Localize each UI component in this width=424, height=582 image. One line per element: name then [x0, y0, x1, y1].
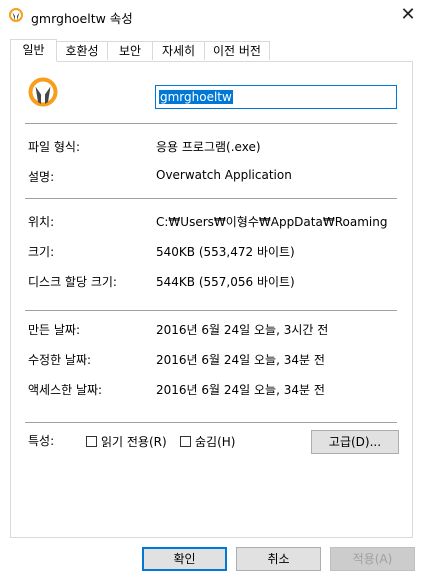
- created-value: 2016년 6월 24일 오늘, 3시간 전: [156, 323, 329, 337]
- readonly-checkbox-box[interactable]: [86, 435, 97, 447]
- separator: [25, 123, 397, 124]
- size-label: 크기:: [28, 245, 55, 259]
- description-label: 설명:: [28, 170, 55, 184]
- tab-details[interactable]: 자세히: [152, 41, 205, 60]
- readonly-checkbox-label: 읽기 전용(R): [101, 434, 167, 449]
- modified-label: 수정한 날짜:: [28, 353, 92, 367]
- separator: [25, 422, 397, 423]
- attributes-label: 특성:: [28, 434, 55, 448]
- size-value: 540KB (553,472 바이트): [156, 245, 295, 259]
- hidden-checkbox[interactable]: 숨김(H): [180, 433, 235, 449]
- file-name-input[interactable]: gmrghoeltw: [155, 85, 397, 109]
- close-icon: ✕: [400, 4, 416, 25]
- apply-button: 적용(A): [330, 547, 415, 571]
- title-bar: gmrghoeltw 속성 ✕: [0, 0, 424, 32]
- window-title: gmrghoeltw 속성: [31, 11, 133, 26]
- advanced-button[interactable]: 고급(D)...: [311, 430, 399, 454]
- tab-security[interactable]: 보안: [107, 41, 153, 60]
- cancel-button[interactable]: 취소: [236, 547, 321, 571]
- hidden-checkbox-box[interactable]: [180, 435, 191, 447]
- tab-previous-versions[interactable]: 이전 버전: [204, 41, 270, 60]
- file-type-value: 응용 프로그램(.exe): [156, 140, 261, 154]
- tab-general[interactable]: 일반: [10, 39, 57, 62]
- size-on-disk-label: 디스크 할당 크기:: [28, 275, 117, 289]
- general-tab-panel: [10, 61, 413, 538]
- separator: [25, 198, 397, 199]
- file-type-label: 파일 형식:: [28, 140, 81, 154]
- accessed-label: 액세스한 날짜:: [28, 383, 103, 397]
- overwatch-file-icon: [28, 77, 58, 107]
- readonly-checkbox[interactable]: 읽기 전용(R): [86, 433, 167, 449]
- modified-value: 2016년 6월 24일 오늘, 34분 전: [156, 353, 325, 367]
- location-value: C:₩Users₩이형수₩AppData₩Roaming: [156, 215, 388, 229]
- close-button[interactable]: ✕: [396, 3, 420, 27]
- file-name-text: gmrghoeltw: [159, 90, 233, 104]
- size-on-disk-value: 544KB (557,056 바이트): [156, 275, 295, 289]
- tab-bar: 일반 호환성 보안 자세히 이전 버전: [10, 39, 414, 62]
- ok-button[interactable]: 확인: [142, 547, 227, 571]
- location-label: 위치:: [28, 215, 55, 229]
- created-label: 만든 날짜:: [28, 323, 81, 337]
- overwatch-logo-icon: [9, 8, 23, 22]
- accessed-value: 2016년 6월 24일 오늘, 34분 전: [156, 383, 325, 397]
- tab-compatibility[interactable]: 호환성: [56, 41, 108, 60]
- hidden-checkbox-label: 숨김(H): [195, 434, 236, 449]
- separator: [25, 310, 397, 311]
- description-value: Overwatch Application: [156, 168, 292, 182]
